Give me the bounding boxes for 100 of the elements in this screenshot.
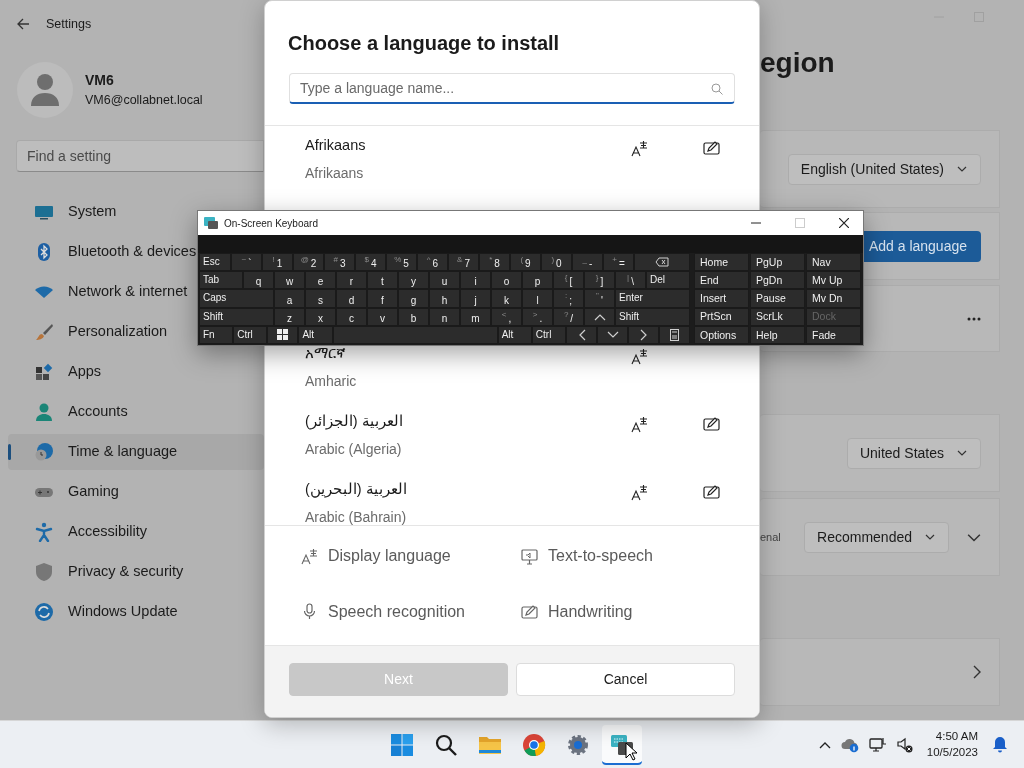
keyboard-key[interactable]: " ' xyxy=(584,289,615,308)
cloud-icon[interactable] xyxy=(840,736,859,753)
keyboard-key[interactable]: Mv Dn xyxy=(806,289,861,308)
keyboard-key[interactable]: % 5 xyxy=(386,253,417,272)
keyboard-key[interactable]: ( 9 xyxy=(510,253,541,272)
globe-clock-icon xyxy=(34,442,54,462)
keyboard-key[interactable]: _ - xyxy=(572,253,603,272)
back-arrow-icon[interactable] xyxy=(16,17,30,31)
nav-item[interactable]: Accessibility xyxy=(8,514,264,550)
keyboard-key[interactable]: } ] xyxy=(584,271,615,290)
dropdown[interactable]: English (United States) xyxy=(787,153,981,185)
dropdown[interactable]: United States xyxy=(846,437,981,469)
chevron-right-icon[interactable] xyxy=(973,665,981,679)
language-english-name: Amharic xyxy=(305,372,358,391)
keyboard-key[interactable]: End xyxy=(694,271,749,290)
chevron-up-icon[interactable] xyxy=(818,740,831,749)
more-icon[interactable] xyxy=(967,316,981,321)
keyboard-key[interactable]: e xyxy=(305,271,336,290)
keyboard-key[interactable]: Mv Up xyxy=(806,271,861,290)
search-field[interactable]: Find a setting xyxy=(16,140,264,172)
keyboard-key[interactable]: s xyxy=(305,289,336,308)
keyboard-key[interactable]: j xyxy=(460,289,491,308)
keyboard-key[interactable]: h xyxy=(429,289,460,308)
speaker-muted-icon[interactable] xyxy=(896,736,913,753)
keyboard-key[interactable]: { [ xyxy=(553,271,584,290)
keyboard-key[interactable]: w xyxy=(274,271,305,290)
keyboard-key[interactable]: PgUp xyxy=(750,253,805,272)
keyboard-key[interactable]: Esc xyxy=(199,253,231,272)
keyboard-key[interactable]: & 7 xyxy=(448,253,479,272)
keyboard-key[interactable]: Home xyxy=(694,253,749,272)
keyboard-key[interactable]: i xyxy=(460,271,491,290)
keyboard-key[interactable]: d xyxy=(336,289,367,308)
keyboard-key[interactable]: : ; xyxy=(553,289,584,308)
keyboard-key[interactable]: r xyxy=(336,271,367,290)
mouse-pointer-icon xyxy=(625,741,637,761)
keyboard-key[interactable]: ^ 6 xyxy=(417,253,448,272)
nav-item[interactable]: Time & language xyxy=(8,434,264,470)
close-icon[interactable] xyxy=(839,218,849,228)
legend-label: Handwriting xyxy=(548,601,633,622)
keyboard-key[interactable]: # 3 xyxy=(324,253,355,272)
nav-item[interactable]: Gaming xyxy=(8,474,264,510)
keyboard-key[interactable]: g xyxy=(398,289,429,308)
keyboard-key[interactable]: Tab xyxy=(199,271,243,290)
dropdown[interactable]: Recommended xyxy=(804,521,949,553)
keyboard-key[interactable]: Insert xyxy=(694,289,749,308)
keyboard-key[interactable]: Pause xyxy=(750,289,805,308)
legend-label: Display language xyxy=(328,546,451,566)
keyboard-key[interactable]: y xyxy=(398,271,429,290)
keyboard-key[interactable]: Del xyxy=(646,271,690,290)
taskbar-button[interactable] xyxy=(602,724,642,765)
nav-item[interactable]: Accounts xyxy=(8,394,264,430)
user-email: VM6@collabnet.local xyxy=(85,92,203,110)
search-icon xyxy=(711,83,723,95)
clock[interactable]: 4:50 AM 10/5/2023 xyxy=(926,729,978,760)
nav-item[interactable]: Apps xyxy=(8,354,264,390)
keyboard-key[interactable]: + = xyxy=(603,253,634,272)
keyboard-key[interactable]: ) 0 xyxy=(541,253,572,272)
monitor-speaker-icon xyxy=(521,547,538,565)
chevron-left-icon xyxy=(577,328,586,341)
cancel-button[interactable]: Cancel xyxy=(516,663,735,696)
keyboard-key[interactable]: Caps xyxy=(199,289,274,308)
list-item[interactable]: Afrikaans Afrikaans xyxy=(265,126,759,194)
keyboard-key[interactable]: a xyxy=(274,289,305,308)
keyboard-key[interactable]: | \ xyxy=(615,271,646,290)
menu-key-icon xyxy=(670,328,680,341)
bell-icon[interactable] xyxy=(992,736,1008,753)
language-native-name: العربية (الجزائر) xyxy=(305,412,404,432)
search-icon xyxy=(434,732,458,757)
windows-logo-icon xyxy=(277,329,289,341)
keyboard-key[interactable]: Nav xyxy=(806,253,861,272)
microphone-icon xyxy=(301,603,318,620)
keyboard-key[interactable]: f xyxy=(367,289,398,308)
keyboard-key[interactable]: @ 2 xyxy=(293,253,324,272)
nav-item[interactable]: Windows Update xyxy=(8,594,264,630)
refresh-icon xyxy=(34,602,54,622)
legend-label: Text-to-speech xyxy=(548,546,653,566)
keyboard-key[interactable]: u xyxy=(429,271,460,290)
language-native-name: العربية (البحرين) xyxy=(305,480,408,500)
keyboard-key[interactable]: ! 1 xyxy=(262,253,293,272)
language-english-name: Arabic (Algeria) xyxy=(305,440,403,459)
nav-item[interactable]: Privacy & security xyxy=(8,554,264,590)
keyboard-key[interactable]: PgDn xyxy=(750,271,805,290)
keyboard-key[interactable]: q xyxy=(243,271,274,290)
keyboard-key[interactable]: l xyxy=(522,289,553,308)
keyboard-key[interactable]: Enter xyxy=(615,289,690,308)
keyboard-key[interactable]: o xyxy=(491,271,522,290)
keyboard-key[interactable]: t xyxy=(367,271,398,290)
keyboard-key[interactable]: ~ ` xyxy=(231,253,262,272)
dialog-title: Choose a language to install xyxy=(287,31,561,56)
language-english-name: Arabic (Bahrain) xyxy=(305,508,408,525)
language-native-name: Afrikaans xyxy=(305,136,367,155)
person-icon xyxy=(34,402,54,422)
gear-icon xyxy=(566,732,590,757)
app-title: Settings xyxy=(46,15,92,33)
keyboard-key[interactable]: p xyxy=(522,271,553,290)
keyboard-key[interactable]: $ 4 xyxy=(355,253,386,272)
keyboard-key[interactable]: * 8 xyxy=(479,253,510,272)
keyboard-key[interactable]: k xyxy=(491,289,522,308)
monitor-icon[interactable] xyxy=(868,736,887,753)
windows-logo-icon xyxy=(390,732,414,757)
